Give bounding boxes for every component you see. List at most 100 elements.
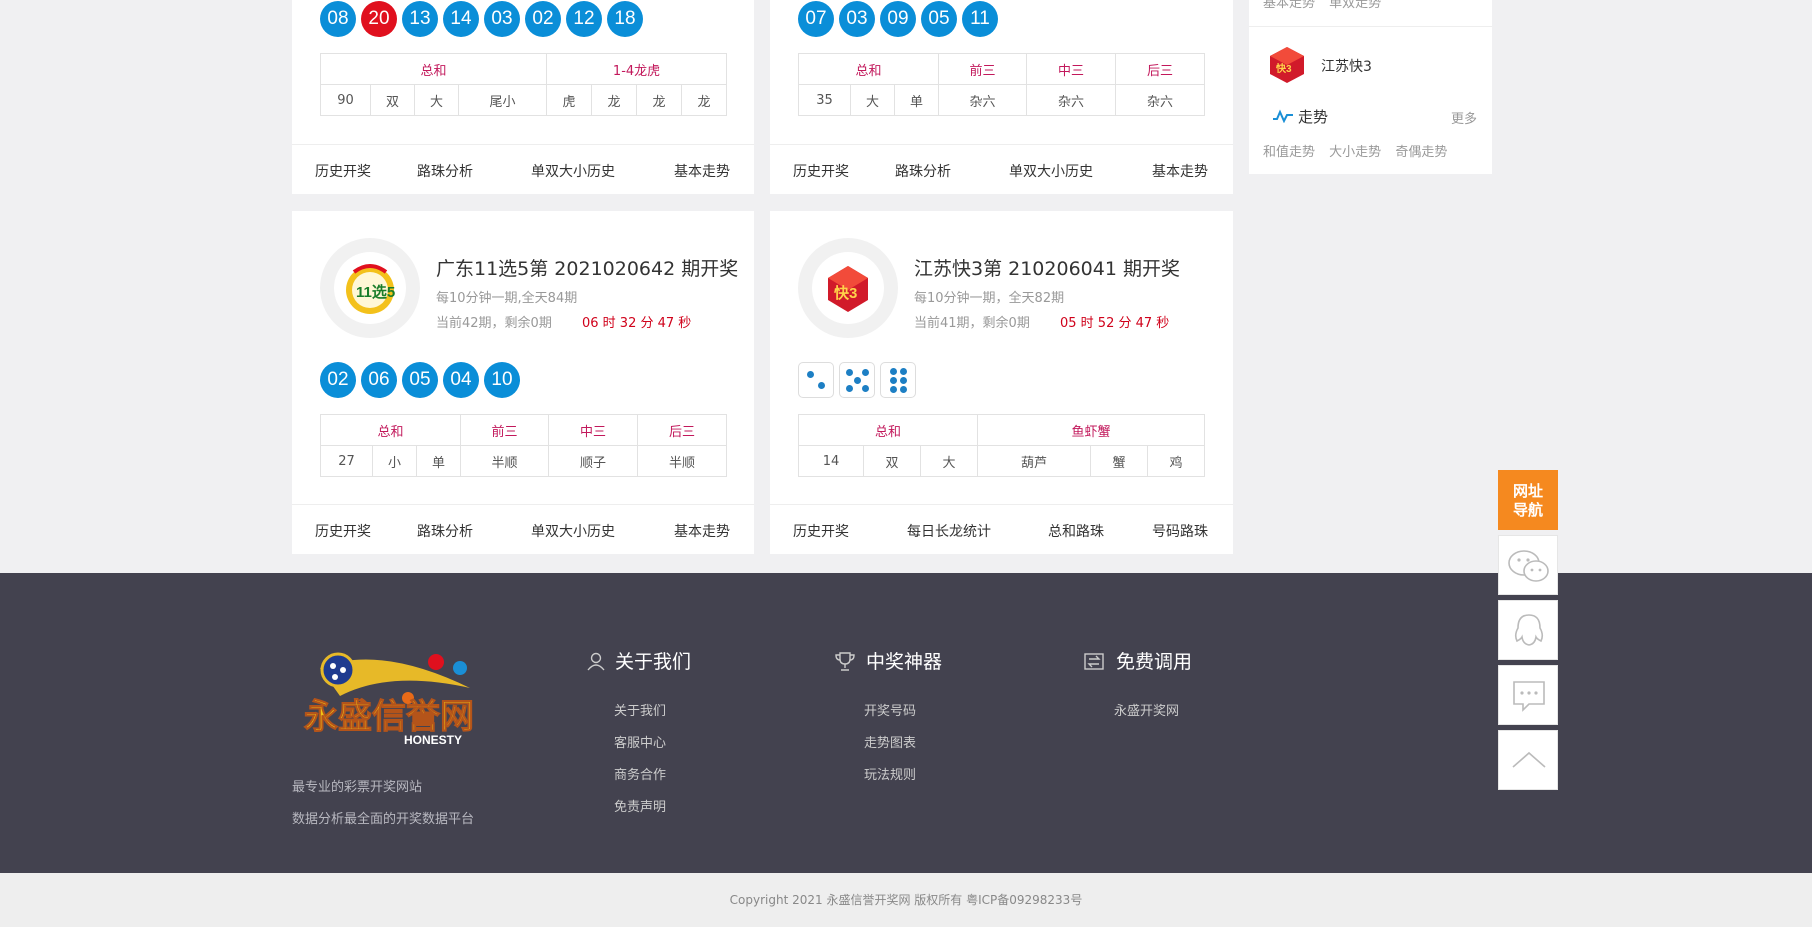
table-cell: 鸡 [1147, 445, 1206, 477]
result-table: 总和 前三 中三 后三 35 大 单 杂六 杂六 杂六 [797, 53, 1206, 116]
footer-link[interactable]: 客服中心 [614, 732, 666, 751]
result-table: 总和 前三 中三 后三 27 小 单 半顺 顺子 半顺 [319, 414, 728, 477]
table-cell: 龙 [591, 84, 638, 116]
ball-row: 08 20 13 14 03 02 12 18 [320, 1, 660, 37]
table-cell: 龙 [681, 84, 728, 116]
link-odd-even-history[interactable]: 单双大小历史 [531, 521, 615, 541]
site-nav-button[interactable]: 网址 导航 [1498, 470, 1558, 530]
table-cell: 大 [850, 84, 895, 116]
table-header: 中三 [1026, 53, 1117, 85]
link-history[interactable]: 历史开奖 [315, 521, 371, 541]
link-history[interactable]: 历史开奖 [793, 521, 849, 541]
number-ball: 04 [443, 362, 479, 398]
number-ball: 20 [361, 1, 397, 37]
site-logo-icon: 永盛信誉网 HONESTY [304, 652, 475, 747]
game-name[interactable]: 江苏快3 [1321, 56, 1372, 76]
logo-main-text: 永盛信誉网 [304, 698, 474, 736]
table-cell: 90 [320, 84, 371, 116]
countdown-timer: 05 时 52 分 47 秒 [1060, 316, 1170, 331]
footer-link[interactable]: 免责声明 [614, 796, 666, 815]
link-basic-trend[interactable]: 基本走势 [674, 161, 730, 181]
table-cell: 葫芦 [977, 445, 1092, 477]
number-ball: 08 [320, 1, 356, 37]
ball-row: 02 06 05 04 10 [320, 362, 540, 398]
back-to-top-button[interactable] [1498, 730, 1558, 790]
footer-link[interactable]: 关于我们 [614, 700, 666, 719]
footer-logo[interactable]: 永盛信誉网 HONESTY [300, 648, 490, 748]
number-ball: 13 [402, 1, 438, 37]
link-history[interactable]: 历史开奖 [793, 161, 849, 181]
wechat-button[interactable] [1498, 535, 1558, 595]
jsk3-logo-icon: 快3 [1267, 45, 1307, 85]
more-link[interactable]: 更多 [1451, 108, 1477, 127]
number-ball: 11 [962, 1, 998, 37]
number-ball: 05 [921, 1, 957, 37]
link-odd-even-history[interactable]: 单双大小历史 [531, 161, 615, 181]
table-cell: 尾小 [457, 84, 548, 116]
draw-schedule: 每10分钟一期,全天84期 [436, 291, 578, 306]
footer-column-title: 免费调用 [1116, 651, 1193, 673]
link-sum-road[interactable]: 总和路珠 [1048, 521, 1104, 541]
dice-six-icon [880, 362, 916, 398]
footer-slogan: 数据分析最全面的开奖数据平台 [292, 812, 475, 827]
trophy-icon [834, 650, 856, 672]
link-odd-even-history[interactable]: 单双大小历史 [1009, 161, 1093, 181]
footer-link[interactable]: 玩法规则 [864, 764, 916, 783]
number-ball: 12 [566, 1, 602, 37]
footer-slogan: 最专业的彩票开奖网站 [292, 780, 423, 795]
result-table: 总和 1-4龙虎 90 双 大 尾小 虎 龙 龙 龙 [319, 53, 728, 116]
link-size-trend[interactable]: 大小走势 [1329, 145, 1381, 160]
table-header: 总和 [319, 414, 462, 446]
back-to-top-icon [1512, 751, 1546, 768]
link-sum-trend[interactable]: 和值走势 [1263, 145, 1315, 160]
draw-title: 广东11选5第 2021020642 期开奖 [436, 258, 739, 280]
link-daily-streak[interactable]: 每日长龙统计 [907, 521, 991, 541]
table-cell: 大 [919, 445, 979, 477]
trend-chart-icon [1272, 108, 1294, 124]
link-road-analysis[interactable]: 路珠分析 [417, 161, 473, 181]
lottery-logo[interactable]: 11选5 [320, 238, 420, 338]
table-cell: 龙 [636, 84, 683, 116]
number-ball: 05 [402, 362, 438, 398]
footer-link[interactable]: 永盛开奖网 [1114, 700, 1179, 719]
table-cell: 半顺 [637, 445, 728, 477]
number-ball: 18 [607, 1, 643, 37]
link-road-analysis[interactable]: 路珠分析 [895, 161, 951, 181]
draw-schedule: 每10分钟一期，全天82期 [914, 291, 1065, 306]
ball-row: 07 03 09 05 11 [798, 1, 1018, 37]
link-history[interactable]: 历史开奖 [315, 161, 371, 181]
table-cell: 双 [370, 84, 415, 116]
table-cell: 顺子 [548, 445, 639, 477]
number-ball: 02 [525, 1, 561, 37]
table-cell: 杂六 [1026, 84, 1117, 116]
footer-link[interactable]: 走势图表 [864, 732, 916, 751]
link-basic-trend[interactable]: 基本走势 [674, 521, 730, 541]
footer-link[interactable]: 商务合作 [614, 764, 666, 783]
number-ball: 10 [484, 362, 520, 398]
link-basic-trend[interactable]: 基本走势 [1263, 0, 1315, 11]
card-links: 历史开奖 每日长龙统计 总和路珠 号码路珠 [770, 504, 1233, 554]
result-card-gd11x5: 11选5 广东11选5第 2021020642 期开奖 每10分钟一期,全天84… [292, 211, 754, 554]
table-header: 总和 [319, 53, 548, 85]
number-ball: 06 [361, 362, 397, 398]
link-odd-even-trend[interactable]: 单双走势 [1329, 0, 1381, 11]
countdown-timer: 06 时 32 分 47 秒 [582, 316, 692, 331]
link-basic-trend[interactable]: 基本走势 [1152, 161, 1208, 181]
message-button[interactable] [1498, 665, 1558, 725]
number-ball: 03 [839, 1, 875, 37]
qq-button[interactable] [1498, 600, 1558, 660]
nav-label: 导航 [1512, 501, 1543, 519]
footer-column-title: 关于我们 [615, 651, 692, 673]
link-parity-trend[interactable]: 奇偶走势 [1395, 145, 1447, 160]
link-road-analysis[interactable]: 路珠分析 [417, 521, 473, 541]
draw-title: 江苏快3第 210206041 期开奖 [914, 258, 1180, 280]
table-header: 总和 [797, 53, 940, 85]
table-cell: 虎 [546, 84, 593, 116]
table-cell: 杂六 [1115, 84, 1206, 116]
lottery-logo[interactable]: 快3 [798, 238, 898, 338]
table-header: 中三 [548, 414, 639, 446]
table-header: 前三 [938, 53, 1028, 85]
footer-link[interactable]: 开奖号码 [864, 700, 916, 719]
link-number-road[interactable]: 号码路珠 [1152, 521, 1208, 541]
sidebar-game-panel: 基本走势 单双走势 快3 江苏快3 走势 更多 和值走势 大小走势 奇偶走势 [1249, 0, 1492, 174]
